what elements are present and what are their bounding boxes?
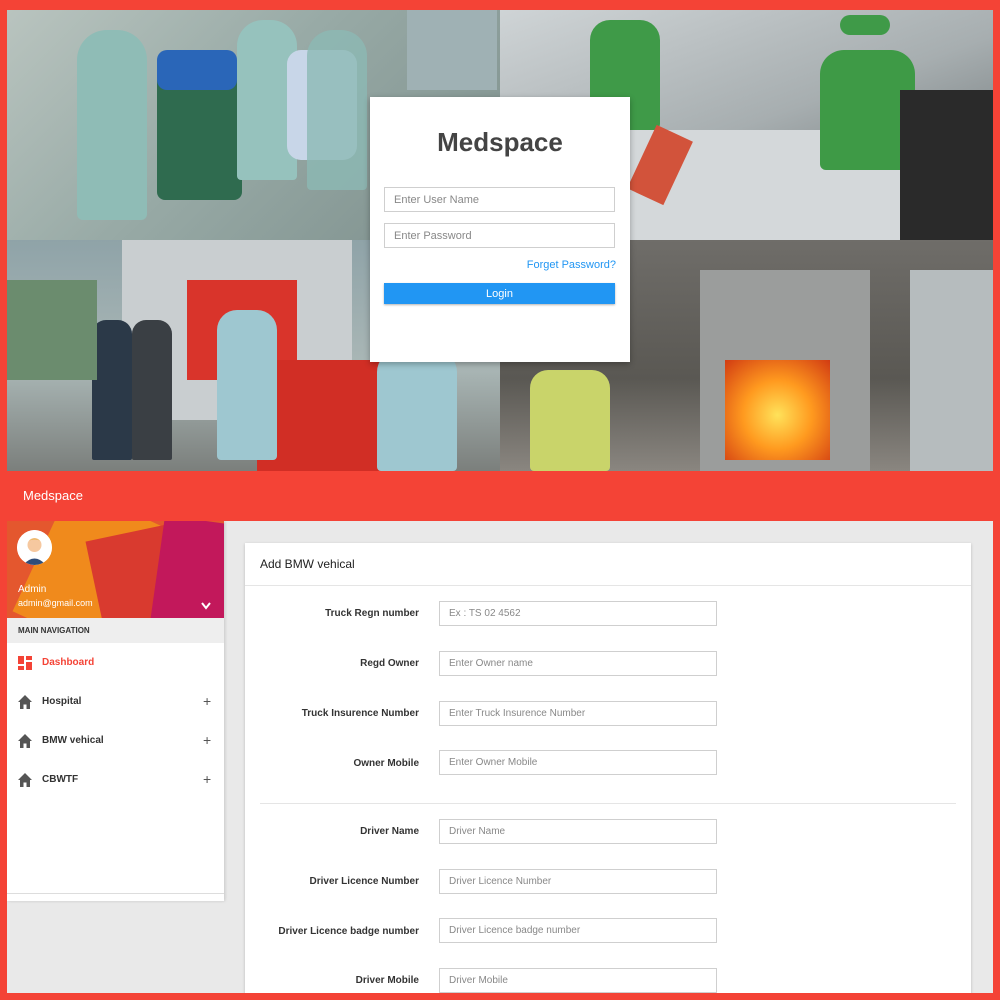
sidebar-item-label: Dashboard: [42, 657, 95, 668]
owner-mobile-label: Owner Mobile: [353, 758, 419, 769]
password-input[interactable]: [384, 223, 615, 248]
truck-insurance-input[interactable]: [439, 701, 717, 726]
dashboard-icon: [18, 656, 32, 670]
sidebar-item-cbwtf[interactable]: CBWTF +: [7, 760, 224, 799]
nav-header: MAIN NAVIGATION: [7, 618, 224, 643]
sidebar-item-dashboard[interactable]: Dashboard: [7, 643, 224, 682]
driver-licence-input[interactable]: [439, 869, 717, 894]
truck-regn-input[interactable]: [439, 601, 717, 626]
home-icon: [18, 773, 32, 787]
user-info: Admin admin@gmail.com: [7, 521, 224, 618]
user-email: admin@gmail.com: [18, 598, 93, 608]
driver-name-input[interactable]: [439, 819, 717, 844]
login-button[interactable]: Login: [384, 283, 615, 304]
login-card: Medspace Forget Password? Login: [370, 97, 630, 362]
add-vehicle-form-card: Add BMW vehical Truck Regn number Regd O…: [245, 543, 971, 993]
truck-regn-label: Truck Regn number: [325, 608, 419, 619]
home-icon: [18, 695, 32, 709]
user-name: Admin: [18, 584, 47, 595]
chevron-down-icon[interactable]: [200, 601, 212, 611]
expand-plus-icon[interactable]: +: [203, 771, 211, 787]
sidebar-item-hospital[interactable]: Hospital +: [7, 682, 224, 721]
regd-owner-input[interactable]: [439, 651, 717, 676]
login-screen: Medspace Forget Password? Login: [7, 10, 993, 471]
driver-mobile-label: Driver Mobile: [355, 975, 419, 986]
expand-plus-icon[interactable]: +: [203, 732, 211, 748]
driver-name-label: Driver Name: [360, 826, 419, 837]
driver-mobile-input[interactable]: [439, 968, 717, 993]
sidebar-item-label: CBWTF: [42, 774, 79, 785]
sidebar-item-bmw-vehical[interactable]: BMW vehical +: [7, 721, 224, 760]
driver-badge-input[interactable]: [439, 918, 717, 943]
login-title: Medspace: [437, 127, 563, 157]
sidebar-item-label: Hospital: [42, 696, 82, 707]
sidebar-footer-divider: [7, 893, 224, 894]
truck-insurance-label: Truck Insurence Number: [301, 708, 419, 719]
form-title: Add BMW vehical: [260, 557, 355, 571]
username-input[interactable]: [384, 187, 615, 212]
user-avatar-icon: [17, 530, 52, 565]
app-topbar: Medspace: [0, 471, 1000, 521]
home-icon: [18, 734, 32, 748]
regd-owner-label: Regd Owner: [360, 658, 419, 669]
card-header: Add BMW vehical: [245, 543, 971, 586]
forgot-password-link[interactable]: Forget Password?: [527, 259, 616, 271]
sidebar: Admin admin@gmail.com MAIN NAVIGATION Da…: [7, 521, 224, 901]
driver-licence-label: Driver Licence Number: [309, 876, 420, 887]
section-divider: [260, 803, 956, 804]
sidebar-item-label: BMW vehical: [42, 735, 104, 746]
driver-badge-label: Driver Licence badge number: [278, 926, 419, 937]
expand-plus-icon[interactable]: +: [203, 693, 211, 709]
brand-title[interactable]: Medspace: [23, 488, 83, 503]
owner-mobile-input[interactable]: [439, 750, 717, 775]
avatar[interactable]: [17, 530, 52, 565]
admin-panel: Admin admin@gmail.com MAIN NAVIGATION Da…: [7, 521, 993, 993]
